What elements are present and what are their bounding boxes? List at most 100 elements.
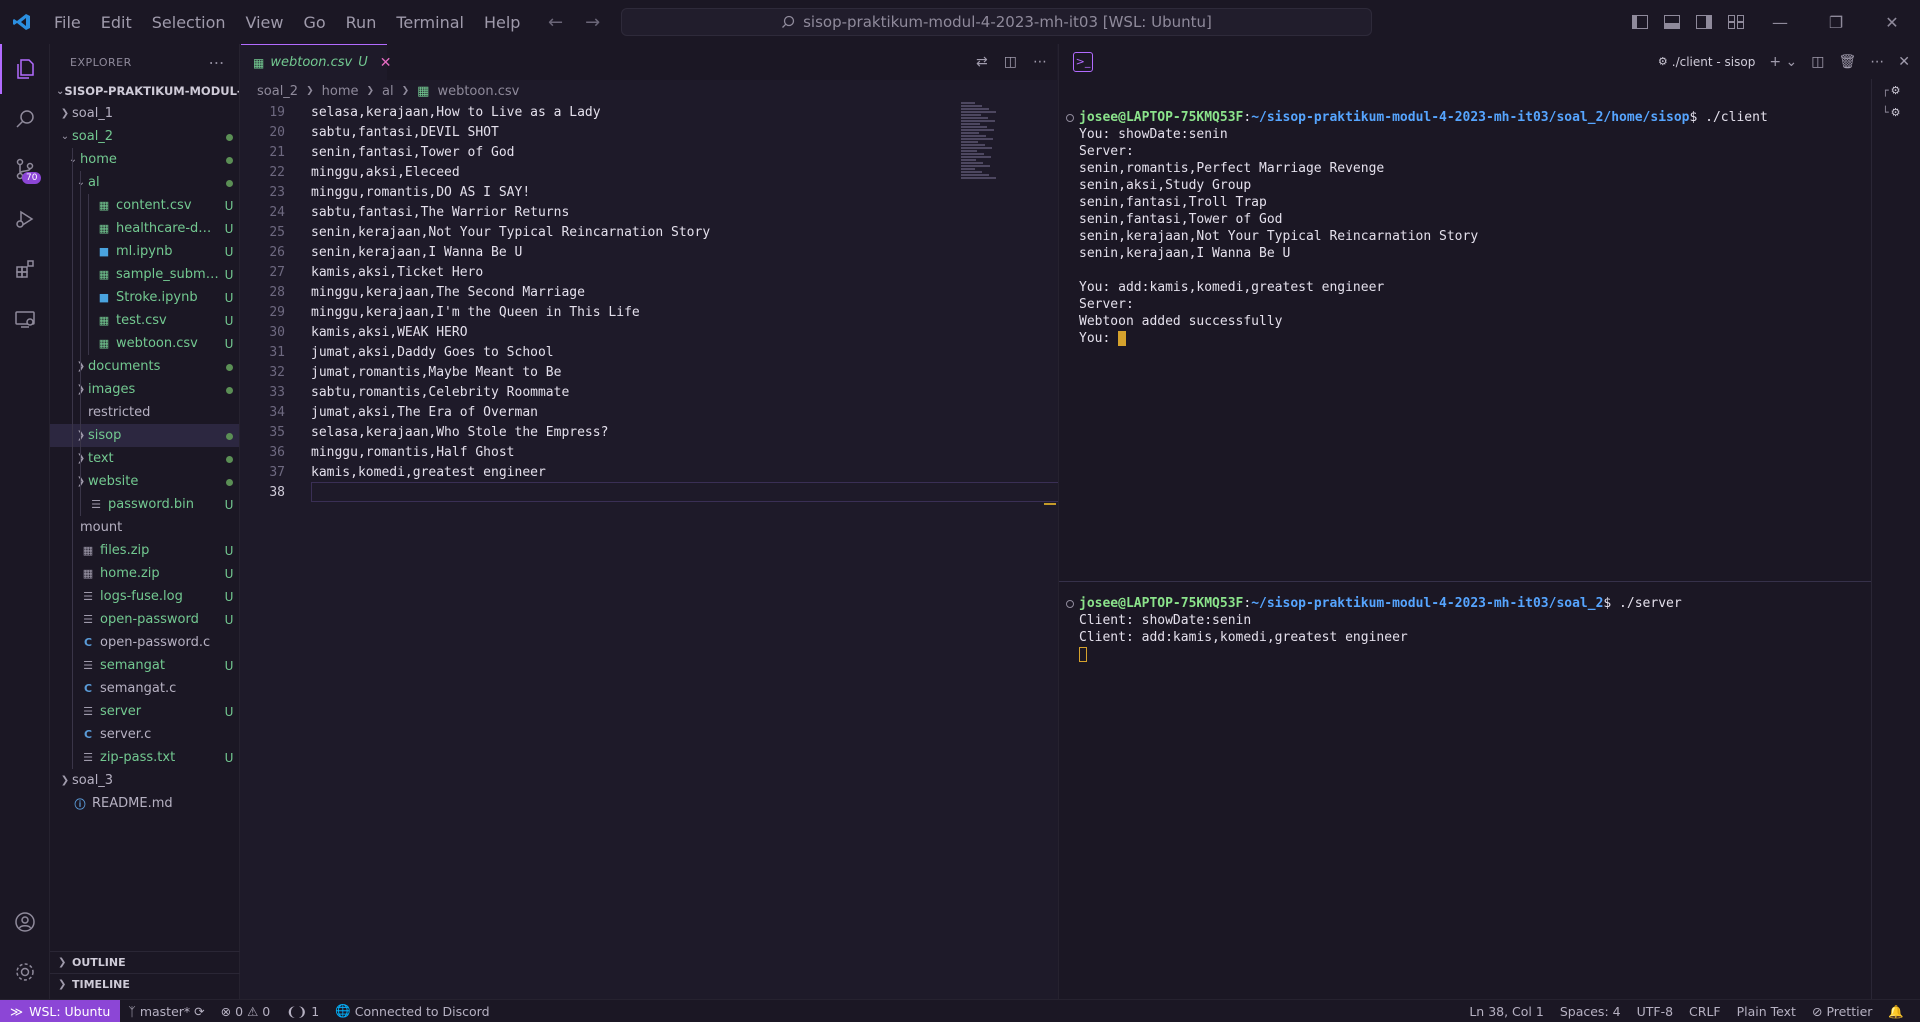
tree-item-files-zip[interactable]: ▦ files.zip U [50, 539, 239, 562]
tree-item-test-csv[interactable]: ▦ test.csv U [50, 309, 239, 332]
manage-gear-icon[interactable] [0, 947, 50, 997]
tree-item-home[interactable]: ⌄home [50, 148, 239, 171]
tree-item-open-password-c[interactable]: Copen-password.c [50, 631, 239, 654]
back-arrow-icon[interactable]: ← [548, 12, 563, 33]
terminal-icon[interactable]: >_ [1073, 51, 1093, 72]
menu-run[interactable]: Run [336, 0, 387, 44]
tree-item-password-bin[interactable]: ☰ password.bin U [50, 493, 239, 516]
terminal-selector[interactable]: ⚙ ./client - sisop [1658, 55, 1755, 69]
tree-item-open-password[interactable]: ☰ open-password U [50, 608, 239, 631]
code-line[interactable]: 27 kamis,aksi,Ticket Hero [241, 262, 951, 282]
toggle-secondary-sidebar-icon[interactable] [1688, 0, 1720, 44]
restore-icon[interactable]: ❐ [1808, 0, 1864, 44]
remote-indicator[interactable]: ≫ WSL: Ubuntu [0, 999, 121, 1022]
close-window-icon[interactable]: ✕ [1864, 0, 1920, 44]
accounts-icon[interactable] [0, 897, 50, 947]
end-of-line[interactable]: CRLF [1681, 1000, 1729, 1022]
tree-item-semangat-c[interactable]: Csemangat.c [50, 677, 239, 700]
menu-file[interactable]: File [44, 0, 91, 44]
close-panel-icon[interactable]: ✕ [1898, 54, 1910, 70]
close-tab-icon[interactable]: ✕ [380, 55, 392, 71]
cursor-position[interactable]: Ln 38, Col 1 [1461, 1000, 1552, 1022]
tree-item-soal-2[interactable]: ⌄ soal_2 [50, 125, 239, 148]
code-line[interactable]: 26 senin,kerajaan,I Wanna Be U [241, 242, 951, 262]
menu-terminal[interactable]: Terminal [386, 0, 474, 44]
tree-item-sisop[interactable]: ❯sisop [50, 424, 239, 447]
new-terminal-icon[interactable]: + ⌄ [1769, 54, 1797, 70]
more-actions-icon[interactable]: ⋯ [1870, 54, 1884, 70]
tree-item-sample-submi-[interactable]: ▦ sample_submi... U [50, 263, 239, 286]
breadcrumb-item[interactable]: home [322, 84, 359, 99]
outline-section[interactable]: ❯ OUTLINE [50, 951, 240, 973]
encoding[interactable]: UTF-8 [1629, 1000, 1681, 1022]
ports-indicator[interactable]: ❨❩ 1 [278, 1000, 327, 1022]
forward-arrow-icon[interactable]: → [585, 12, 600, 33]
command-decoration-icon[interactable] [1066, 114, 1074, 122]
code-line[interactable]: 29 minggu,kerajaan,I'm the Queen in This … [241, 302, 951, 322]
menu-selection[interactable]: Selection [142, 0, 236, 44]
run-debug-icon[interactable] [0, 194, 50, 244]
code-line[interactable]: 37 kamis,komedi,greatest engineer [241, 462, 951, 482]
code-line[interactable]: 24 sabtu,fantasi,The Warrior Returns [241, 202, 951, 222]
remote-explorer-icon[interactable] [0, 294, 50, 344]
terminal-client[interactable]: josee@LAPTOP-75KMQ53F:~/sisop-praktikum-… [1059, 110, 1871, 348]
toggle-primary-sidebar-icon[interactable] [1624, 0, 1656, 44]
tree-item-al[interactable]: ⌄al [50, 171, 239, 194]
tree-item-healthcare-dat-[interactable]: ▦ healthcare-dat... U [50, 217, 239, 240]
tree-item-restricted[interactable]: restricted [50, 401, 239, 424]
menu-edit[interactable]: Edit [91, 0, 142, 44]
discord-status[interactable]: 🌐 Connected to Discord [327, 1000, 497, 1022]
tree-item-stroke-ipynb[interactable]: ■ Stroke.ipynb U [50, 286, 239, 309]
code-line[interactable]: 25 senin,kerajaan,Not Your Typical Reinca… [241, 222, 951, 242]
tree-item-zip-pass-txt[interactable]: ☰ zip-pass.txt U [50, 746, 239, 769]
sync-icon[interactable]: ⟳ [194, 1004, 204, 1019]
code-area[interactable]: 19 selasa,kerajaan,How to Live as a Lady 2… [241, 102, 1195, 502]
command-decoration-icon[interactable] [1066, 600, 1074, 608]
language-mode[interactable]: Plain Text [1729, 1000, 1804, 1022]
tree-item-images[interactable]: ❯images [50, 378, 239, 401]
tree-item-content-csv[interactable]: ▦ content.csv U [50, 194, 239, 217]
tree-item-soal-1[interactable]: ❯ soal_1 [50, 102, 239, 125]
code-line[interactable]: 19 selasa,kerajaan,How to Live as a Lady [241, 102, 951, 122]
menu-view[interactable]: View [236, 0, 294, 44]
prettier-status[interactable]: ⊘ Prettier [1804, 1000, 1880, 1022]
code-line[interactable]: 34 jumat,aksi,The Era of Overman [241, 402, 951, 422]
menu-help[interactable]: Help [474, 0, 530, 44]
code-line[interactable]: 23 minggu,romantis,DO AS I SAY! [241, 182, 951, 202]
minimap[interactable] [961, 102, 1001, 182]
tree-item-website[interactable]: ❯website [50, 470, 239, 493]
menu-go[interactable]: Go [293, 0, 335, 44]
tree-item-semangat[interactable]: ☰ semangat U [50, 654, 239, 677]
extensions-icon[interactable] [0, 244, 50, 294]
minimize-icon[interactable]: — [1752, 0, 1808, 44]
toggle-panel-icon[interactable] [1656, 0, 1688, 44]
code-line[interactable]: 21 senin,fantasi,Tower of God [241, 142, 951, 162]
breadcrumb-item[interactable]: al [382, 84, 394, 99]
tree-item-logs-fuse-log[interactable]: ☰ logs-fuse.log U [50, 585, 239, 608]
breadcrumb-item[interactable]: soal_2 [257, 84, 298, 99]
breadcrumb-item[interactable]: webtoon.csv [437, 84, 519, 99]
code-line[interactable]: 36 minggu,romantis,Half Ghost [241, 442, 951, 462]
tree-item-webtoon-csv[interactable]: ▦ webtoon.csv U [50, 332, 239, 355]
tree-item-server-c[interactable]: Cserver.c [50, 723, 239, 746]
source-control-icon[interactable]: 70 [0, 144, 50, 194]
split-terminal-icon[interactable]: ◫ [1811, 54, 1824, 70]
workspace-folder-header[interactable]: ⌄ SISOP-PRAKTIKUM-MODUL-... [50, 80, 239, 102]
code-line[interactable]: 33 sabtu,romantis,Celebrity Roommate [241, 382, 951, 402]
kill-terminal-icon[interactable]: 🗑 [1838, 54, 1856, 70]
indentation[interactable]: Spaces: 4 [1552, 1000, 1629, 1022]
code-line[interactable]: 38 [241, 482, 1195, 502]
code-line[interactable]: 22 minggu,aksi,Eleceed [241, 162, 951, 182]
tree-item-documents[interactable]: ❯documents [50, 355, 239, 378]
code-line[interactable]: 35 selasa,kerajaan,Who Stole the Empress? [241, 422, 951, 442]
more-actions-icon[interactable]: ⋯ [209, 53, 226, 72]
code-line[interactable]: 31 jumat,aksi,Daddy Goes to School [241, 342, 951, 362]
tree-item-mount[interactable]: mount [50, 516, 239, 539]
tree-item-text[interactable]: ❯text [50, 447, 239, 470]
split-editor-icon[interactable]: ◫ [1004, 54, 1017, 70]
tree-item-readme-md[interactable]: ⓘ README.md [50, 792, 239, 815]
terminal-tab-server[interactable]: └ ⚙ [1872, 101, 1920, 123]
problems-indicator[interactable]: ⊗ 0 ⚠ 0 [213, 1000, 279, 1022]
timeline-section[interactable]: ❯ TIMELINE [50, 973, 240, 995]
tree-item-soal-3[interactable]: ❯ soal_3 [50, 769, 239, 792]
